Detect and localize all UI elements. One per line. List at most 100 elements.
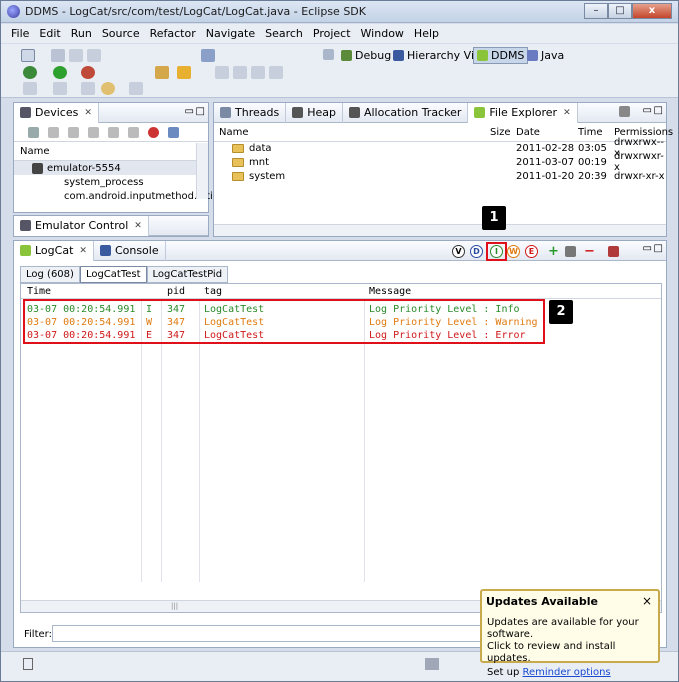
device-row[interactable]: emulator-5554 (14, 161, 208, 175)
minimize-view-icon[interactable]: ▭ (643, 243, 652, 254)
emulator-control-icon (20, 220, 31, 231)
debug-level-button[interactable]: D (470, 245, 483, 258)
minimize-view-icon[interactable]: ▭ (643, 105, 652, 116)
new-icon[interactable] (21, 49, 35, 62)
dump-hprof-icon[interactable] (68, 127, 79, 138)
new-java-icon[interactable] (201, 49, 215, 62)
menu-file[interactable]: File (11, 27, 29, 40)
delete-filter-icon[interactable]: − (584, 244, 595, 259)
menu-source[interactable]: Source (102, 27, 140, 40)
run-icon[interactable] (53, 66, 67, 79)
updates-status-icon[interactable] (425, 658, 439, 670)
screen-capture-icon[interactable] (168, 127, 179, 138)
warn-level-button[interactable]: W (507, 245, 520, 258)
menu-search[interactable]: Search (265, 27, 303, 40)
menu-edit[interactable]: Edit (39, 27, 60, 40)
window-title: DDMS - LogCat/src/com/test/LogCat/LogCat… (25, 5, 366, 18)
devices-scrollbar[interactable] (196, 143, 208, 199)
maximize-button[interactable]: □ (608, 3, 632, 19)
update-heap-icon[interactable] (48, 127, 59, 138)
file-explorer-hscroll[interactable] (214, 224, 666, 236)
close-icon[interactable]: ✕ (563, 108, 571, 118)
menu-refactor[interactable]: Refactor (150, 27, 196, 40)
subtab-logcattest[interactable]: LogCatTest (79, 266, 147, 283)
search-icon[interactable] (177, 66, 191, 79)
toggle-icon[interactable] (251, 66, 265, 79)
annotation-icon[interactable] (215, 66, 229, 79)
file-explorer-view: Threads Heap Allocation Tracker File Exp… (213, 102, 673, 237)
debug-run-icon[interactable] (23, 66, 37, 79)
save-icon[interactable] (51, 49, 65, 62)
file-time: 00:19 (578, 156, 607, 168)
perspective-debug[interactable]: Debug (341, 49, 391, 62)
edit-icon[interactable] (233, 66, 247, 79)
device-name: emulator-5554 (47, 162, 121, 174)
error-level-button[interactable]: E (525, 245, 538, 258)
open-perspective[interactable] (323, 49, 334, 60)
minimize-view-icon[interactable]: ▭ (185, 106, 194, 117)
android-icon (474, 107, 486, 118)
menu-navigate[interactable]: Navigate (206, 27, 255, 40)
save-all-icon[interactable] (69, 49, 83, 62)
perspective-hierarchy[interactable]: Hierarchy Vi... (393, 49, 485, 62)
tab-emulator-control[interactable]: Emulator Control ✕ (14, 215, 149, 236)
clear-log-icon[interactable] (608, 246, 619, 257)
popup-line-1: Updates are available for your software. (487, 617, 639, 640)
minimize-button[interactable]: – (584, 3, 608, 19)
menu-bar: File Edit Run Source Refactor Navigate S… (1, 24, 678, 43)
process-row[interactable]: system_process (14, 175, 208, 189)
subtab-logcattestpid[interactable]: LogCatTestPid (146, 266, 229, 283)
fast-view-icon[interactable] (23, 658, 33, 670)
tab-file-explorer[interactable]: File Explorer ✕ (468, 102, 578, 123)
push-file-icon[interactable] (619, 106, 630, 117)
tab-heap[interactable]: Heap (286, 102, 343, 123)
update-threads-icon[interactable] (108, 127, 119, 138)
close-button[interactable]: x (632, 3, 672, 19)
tab-console[interactable]: Console (94, 240, 166, 261)
tab-threads[interactable]: Threads (214, 102, 287, 123)
prev-annotation-icon[interactable] (53, 82, 67, 95)
method-profiling-icon[interactable] (128, 127, 139, 138)
perspective-java[interactable]: Java (527, 49, 564, 62)
maximize-view-icon[interactable]: □ (654, 243, 663, 254)
forward-icon[interactable] (129, 82, 143, 95)
tab-logcat[interactable]: LogCat ✕ (14, 240, 94, 261)
close-icon[interactable]: ✕ (134, 221, 142, 231)
maximize-view-icon[interactable]: □ (196, 106, 205, 117)
close-icon[interactable]: ✕ (84, 108, 92, 118)
tab-allocation-tracker[interactable]: Allocation Tracker (343, 102, 469, 123)
open-type-icon[interactable] (155, 66, 169, 79)
external-tools-icon[interactable] (81, 66, 95, 79)
file-row[interactable]: mnt 2011-03-07 00:19 drwxrwxr-x (214, 151, 666, 173)
menu-window[interactable]: Window (361, 27, 404, 40)
gc-icon[interactable] (88, 127, 99, 138)
print-icon[interactable] (87, 49, 101, 62)
tab-devices[interactable]: Devices ✕ (14, 102, 99, 123)
perspective-ddms[interactable]: DDMS (473, 47, 529, 64)
column-date: Date (516, 127, 540, 138)
pull-file-icon[interactable] (603, 106, 614, 117)
add-filter-icon[interactable]: + (548, 244, 559, 259)
reminder-options-link[interactable]: Reminder options (522, 667, 610, 678)
process-row[interactable]: com.android.inputmethod.latin (14, 189, 219, 203)
devices-column-header: Name (14, 143, 208, 161)
menu-run[interactable]: Run (71, 27, 92, 40)
maximize-view-icon[interactable]: □ (654, 105, 663, 116)
popup-close-button[interactable]: × (642, 594, 652, 608)
last-edit-icon[interactable] (81, 82, 95, 95)
debug-process-icon[interactable] (28, 127, 39, 138)
subtab-log[interactable]: Log (608) (20, 266, 80, 283)
menu-help[interactable]: Help (414, 27, 439, 40)
stop-process-icon[interactable] (148, 127, 159, 138)
back-icon[interactable] (101, 82, 115, 95)
block-icon[interactable] (269, 66, 283, 79)
log-column-header: Time pid tag Message (21, 284, 661, 299)
file-row[interactable]: data 2011-02-28 03:05 drwxrwx--x (214, 137, 666, 159)
close-icon[interactable]: ✕ (79, 246, 87, 256)
edit-filter-icon[interactable] (565, 246, 576, 257)
column-pid: pid (167, 285, 186, 297)
file-row[interactable]: system 2011-01-20 20:39 drwxr-xr-x (214, 169, 666, 183)
verbose-level-button[interactable]: V (452, 245, 465, 258)
menu-project[interactable]: Project (313, 27, 351, 40)
next-annotation-icon[interactable] (23, 82, 37, 95)
